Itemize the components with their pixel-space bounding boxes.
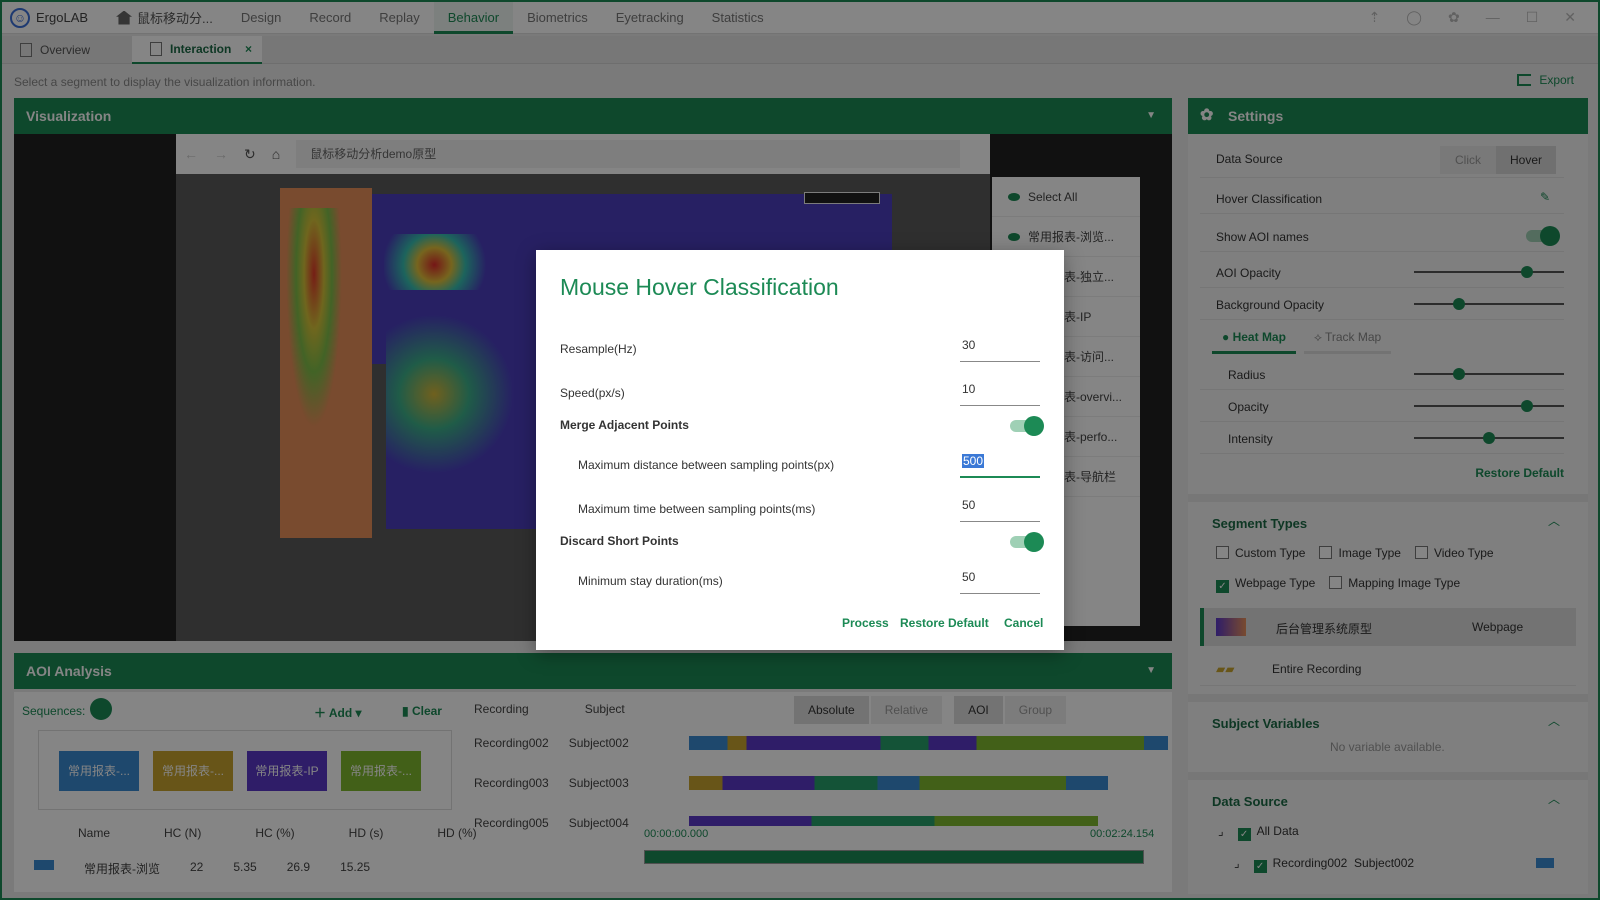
speed-input[interactable]: 10 [960,382,1040,406]
resample-input[interactable]: 30 [960,338,1040,362]
switch-knob [1024,532,1044,552]
max-distance-input[interactable]: 500 [960,454,1040,478]
discard-short-label: Discard Short Points [560,534,679,548]
min-stay-input[interactable]: 50 [960,570,1040,594]
min-stay-label: Minimum stay duration(ms) [578,574,723,588]
speed-label: Speed(px/s) [560,386,625,400]
max-time-label: Maximum time between sampling points(ms) [578,502,816,516]
dialog-title: Mouse Hover Classification [560,274,839,300]
cancel-button[interactable]: Cancel [1004,616,1043,630]
max-time-input[interactable]: 50 [960,498,1040,522]
process-button[interactable]: Process [842,616,889,630]
merge-adjacent-switch[interactable] [1010,416,1044,436]
mouse-hover-classification-dialog: Mouse Hover Classification Resample(Hz) … [536,250,1064,650]
switch-knob [1024,416,1044,436]
discard-short-switch[interactable] [1010,532,1044,552]
merge-adjacent-label: Merge Adjacent Points [560,418,689,432]
max-distance-label: Maximum distance between sampling points… [578,458,835,472]
restore-default-button[interactable]: Restore Default [900,616,989,630]
max-distance-value: 500 [962,454,985,468]
resample-label: Resample(Hz) [560,342,637,356]
